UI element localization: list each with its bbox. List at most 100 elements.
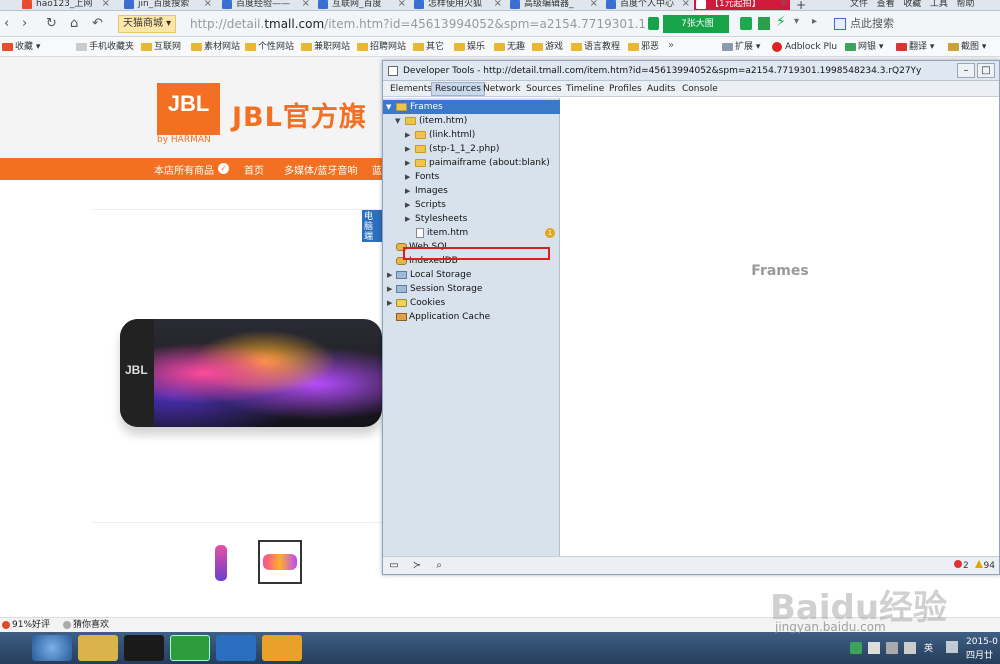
- more-bookmarks-icon[interactable]: »: [668, 40, 674, 51]
- nav-all-products[interactable]: 本店所有商品: [154, 162, 214, 177]
- collapse-triangle-icon[interactable]: ▶: [387, 282, 392, 296]
- bookmark-item[interactable]: 手机收藏夹: [76, 40, 134, 54]
- close-icon[interactable]: ×: [398, 0, 406, 9]
- collapse-triangle-icon[interactable]: ▶: [405, 142, 410, 156]
- tree-item-frame[interactable]: ▼ (item.htm): [383, 114, 560, 128]
- lightning-icon[interactable]: ⚡: [776, 14, 786, 30]
- bookmark-folder[interactable]: 邪恶: [628, 40, 659, 54]
- bookmark-folder[interactable]: 兼职网站: [301, 40, 350, 54]
- expand-triangle-icon[interactable]: ▼: [386, 100, 391, 114]
- browser-tab[interactable]: jin_百度搜索 ×: [122, 0, 214, 10]
- tree-item-frame[interactable]: ▶ (stp-1_1_2.php): [383, 142, 560, 156]
- chevron-down-icon[interactable]: ▾: [794, 16, 799, 27]
- bookmark-folder[interactable]: 娱乐: [454, 40, 485, 54]
- product-image[interactable]: [120, 319, 382, 427]
- close-icon[interactable]: ×: [204, 0, 212, 9]
- browser-tab[interactable]: hao123_上网 ×: [20, 0, 112, 10]
- tab-console[interactable]: Console: [679, 82, 721, 96]
- back-icon[interactable]: ‹: [4, 16, 9, 31]
- bookmark-folder[interactable]: 其它: [413, 40, 444, 54]
- bookmark-folder[interactable]: 素材网站: [191, 40, 240, 54]
- volume-icon[interactable]: [904, 642, 916, 654]
- error-warning-counter[interactable]: 2 94: [953, 560, 995, 571]
- bookmark-folder[interactable]: 个性网站: [245, 40, 294, 54]
- close-icon[interactable]: ×: [590, 0, 598, 9]
- tree-item-fonts[interactable]: ▶ Fonts: [383, 170, 560, 184]
- bookmark-favorites[interactable]: 收藏 ▾: [2, 40, 40, 54]
- refresh-icon[interactable]: ↻: [46, 16, 57, 31]
- menu-help[interactable]: 帮助: [956, 0, 974, 9]
- shield-icon[interactable]: [648, 17, 659, 30]
- explorer-icon[interactable]: [78, 635, 118, 661]
- collapse-triangle-icon[interactable]: ▶: [387, 296, 392, 310]
- bookmark-folder[interactable]: 语言教程: [571, 40, 620, 54]
- expand-triangle-icon[interactable]: ▼: [395, 114, 400, 128]
- thumbnail-1[interactable]: [200, 542, 242, 584]
- tab-network[interactable]: Network: [480, 82, 524, 96]
- browser-tab[interactable]: 高级编辑器_ ×: [508, 0, 600, 10]
- start-icon[interactable]: [32, 635, 72, 661]
- adblock-button[interactable]: Adblock Plu: [772, 40, 837, 54]
- menu-tools[interactable]: 工具: [930, 0, 948, 9]
- collapse-triangle-icon[interactable]: ▶: [405, 170, 410, 184]
- tree-item-document[interactable]: item.htm 1: [383, 226, 560, 240]
- new-tab-button[interactable]: +: [796, 0, 806, 10]
- close-icon[interactable]: ×: [494, 0, 502, 9]
- nav-home[interactable]: 首页: [244, 162, 264, 177]
- minimize-button[interactable]: –: [957, 63, 975, 78]
- browser-tab[interactable]: 百度经验—— ×: [220, 0, 312, 10]
- collapse-triangle-icon[interactable]: ▶: [405, 198, 410, 212]
- tree-item-scripts[interactable]: ▶ Scripts: [383, 198, 560, 212]
- tree-item-session-storage[interactable]: ▶ Session Storage: [383, 282, 560, 296]
- thumbnail-2-selected[interactable]: [258, 540, 302, 584]
- collapse-triangle-icon[interactable]: ▶: [405, 184, 410, 198]
- play-icon[interactable]: ▸: [812, 16, 817, 27]
- maximize-button[interactable]: □: [977, 63, 995, 78]
- bookmark-folder[interactable]: 招聘网站: [357, 40, 406, 54]
- guess-link[interactable]: 猜你喜欢: [73, 618, 109, 632]
- search-icon[interactable]: ⌕: [431, 559, 447, 572]
- undo-icon[interactable]: ↶: [92, 16, 103, 31]
- shield-icon[interactable]: [850, 642, 862, 654]
- bookmark-folder[interactable]: 互联网: [141, 40, 181, 54]
- collapse-triangle-icon[interactable]: ▶: [405, 212, 410, 226]
- tree-item-frame[interactable]: ▶ paimaiframe (about:blank): [383, 156, 560, 170]
- date-text[interactable]: 2015-0: [966, 637, 998, 647]
- browser-tab[interactable]: 百度个人中心 ×: [604, 0, 692, 10]
- network-icon[interactable]: [886, 642, 898, 654]
- close-icon[interactable]: ×: [682, 0, 690, 9]
- qq-icon[interactable]: [124, 635, 164, 661]
- tree-item-frame[interactable]: ▶ (link.html): [383, 128, 560, 142]
- nav-more[interactable]: 蓝: [372, 162, 382, 177]
- tree-item-images[interactable]: ▶ Images: [383, 184, 560, 198]
- app-icon[interactable]: [262, 635, 302, 661]
- search-input[interactable]: 点此搜索: [830, 15, 998, 33]
- url-input[interactable]: http://detail.tmall.com/item.htm?id=4561…: [190, 15, 646, 33]
- promo-tag[interactable]: 电脑端: [362, 210, 382, 242]
- collapse-triangle-icon[interactable]: ▶: [405, 156, 410, 170]
- jbl-logo[interactable]: JBL: [157, 83, 220, 135]
- collapse-triangle-icon[interactable]: ▶: [387, 268, 392, 282]
- menu-file[interactable]: 文件: [850, 0, 868, 9]
- tab-resources[interactable]: Resources: [431, 82, 485, 96]
- security-icon[interactable]: [216, 635, 256, 661]
- bookmark-folder[interactable]: 游戏: [532, 40, 563, 54]
- tree-item-application-cache[interactable]: Application Cache: [383, 310, 560, 324]
- tab-sources[interactable]: Sources: [523, 82, 565, 96]
- close-icon[interactable]: ×: [302, 0, 310, 9]
- browser-tab[interactable]: 互联网_百度 ×: [316, 0, 408, 10]
- dock-icon[interactable]: ▭: [386, 559, 402, 572]
- browser-tab[interactable]: 怎样使用火狐 ×: [412, 0, 504, 10]
- translate-button[interactable]: 翻译 ▾: [896, 40, 934, 54]
- console-drawer-icon[interactable]: ≻: [409, 559, 425, 572]
- tab-timeline[interactable]: Timeline: [563, 82, 607, 96]
- netbank-button[interactable]: 网银 ▾: [845, 40, 883, 54]
- close-icon[interactable]: ×: [780, 0, 788, 9]
- menu-favorites[interactable]: 收藏: [903, 0, 921, 9]
- browser-icon[interactable]: [170, 635, 210, 661]
- browser-tab-active[interactable]: 【1元起拍】 ×: [694, 0, 790, 10]
- home-icon[interactable]: ⌂: [70, 16, 78, 31]
- extensions-button[interactable]: 扩展 ▾: [722, 40, 760, 54]
- screenshot-button[interactable]: 截图 ▾: [948, 40, 986, 54]
- tree-item-stylesheets[interactable]: ▶ Stylesheets: [383, 212, 560, 226]
